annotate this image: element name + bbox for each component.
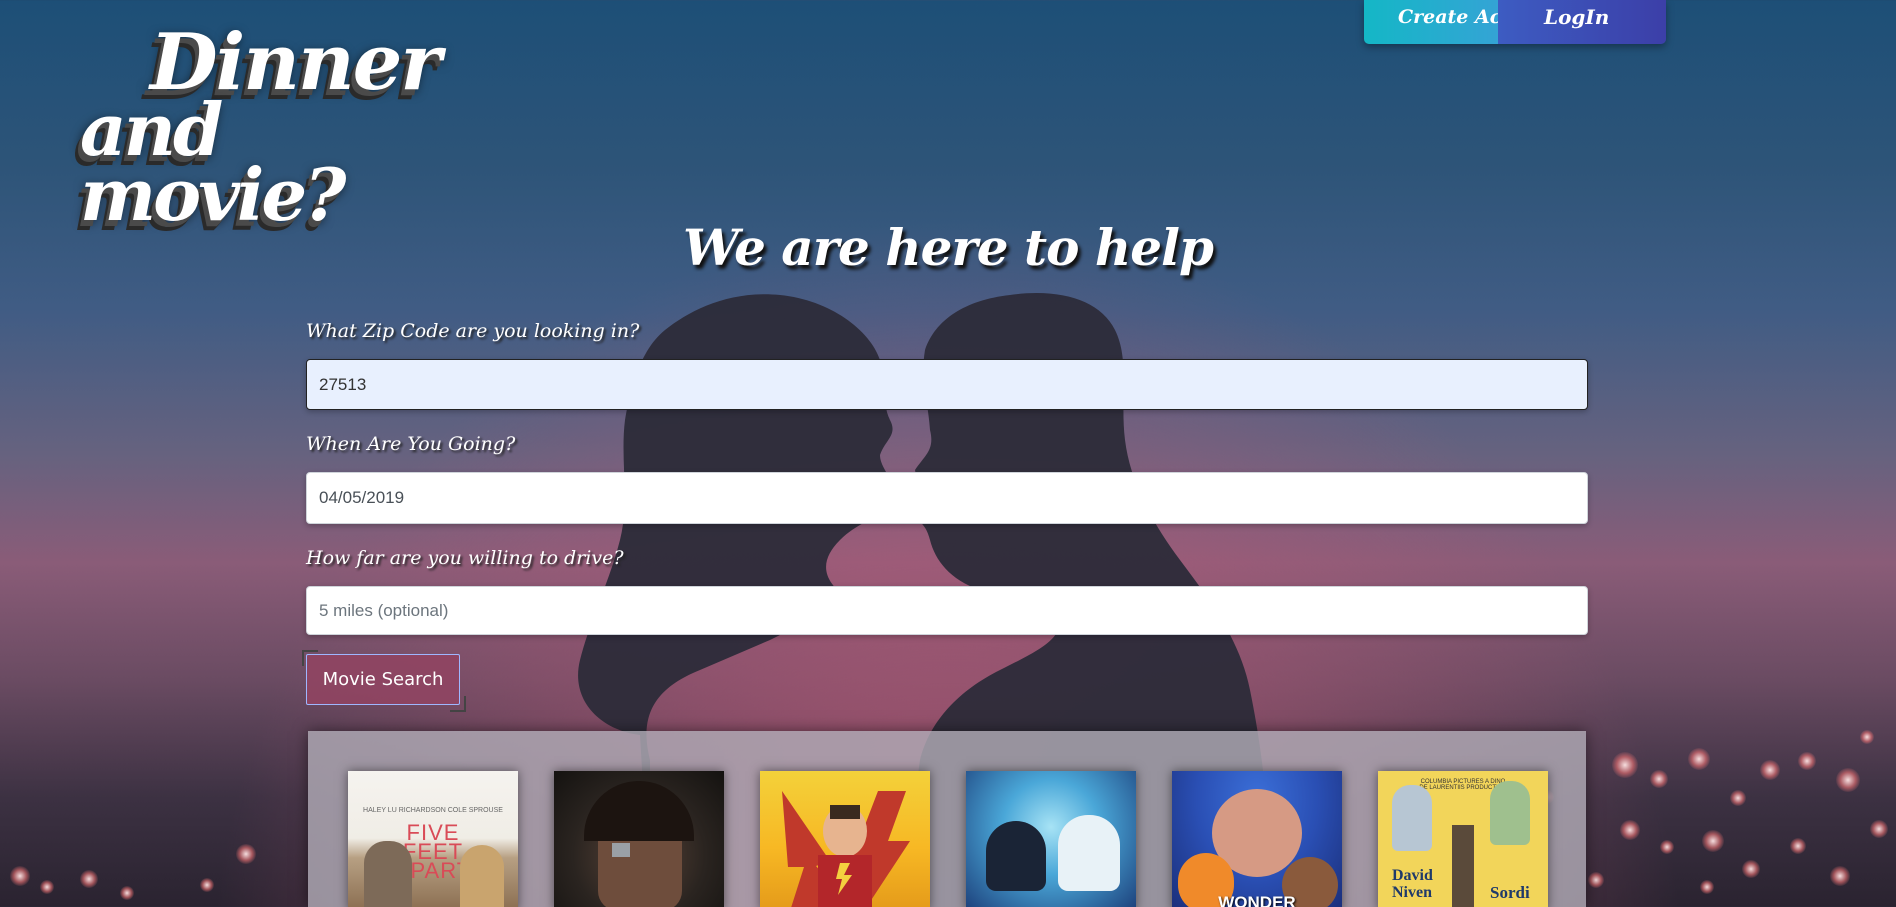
auth-nav: Create Account LogIn [1364,0,1666,44]
poster-right-name: Sordi [1490,883,1530,902]
movie-poster-shazam[interactable] [760,771,930,907]
poster-left-name: David Niven [1392,867,1433,901]
poster-caricature [1392,785,1432,851]
poster-figure [364,841,412,907]
poster-dragon-dark [986,821,1046,891]
page-title: We are here to help [683,218,1214,277]
distance-input[interactable] [306,586,1588,635]
poster-hair [584,781,694,841]
movie-poster-us[interactable] [554,771,724,907]
site-logo[interactable]: Dinner and movie? [80,23,480,230]
movie-search-button[interactable]: Movie Search [306,654,460,705]
date-input[interactable] [306,472,1588,524]
poster-lightning-art [782,791,910,907]
poster-title: WONDER [1218,893,1296,907]
movie-results-panel: HALEY LU RICHARDSON COLE SPROUSE FIVE FE… [308,731,1586,907]
login-button[interactable]: LogIn [1498,0,1666,44]
poster-figure [460,845,504,907]
movie-poster-five-feet-apart[interactable]: HALEY LU RICHARDSON COLE SPROUSE FIVE FE… [348,771,518,907]
poster-dragon-light [1058,815,1120,891]
poster-statue [1452,825,1474,907]
zip-code-label: What Zip Code are you looking in? [306,320,640,342]
poster-puzzle-piece [612,843,630,857]
movie-poster-wonder-park[interactable]: WONDER [1172,771,1342,907]
poster-credits: HALEY LU RICHARDSON COLE SPROUSE [363,807,503,814]
date-label: When Are You Going? [306,433,516,455]
movie-poster-how-to-train-your-dragon[interactable] [966,771,1136,907]
poster-caricature [1490,781,1530,845]
distance-label: How far are you willing to drive? [306,547,624,569]
zip-code-input[interactable] [306,359,1588,410]
focus-corner-bottom-right [450,696,466,712]
logo-line-2: and movie? [80,87,346,237]
movie-poster-vintage[interactable]: COLUMBIA PICTURES A DINO DE LAURENTIIS P… [1378,771,1548,907]
